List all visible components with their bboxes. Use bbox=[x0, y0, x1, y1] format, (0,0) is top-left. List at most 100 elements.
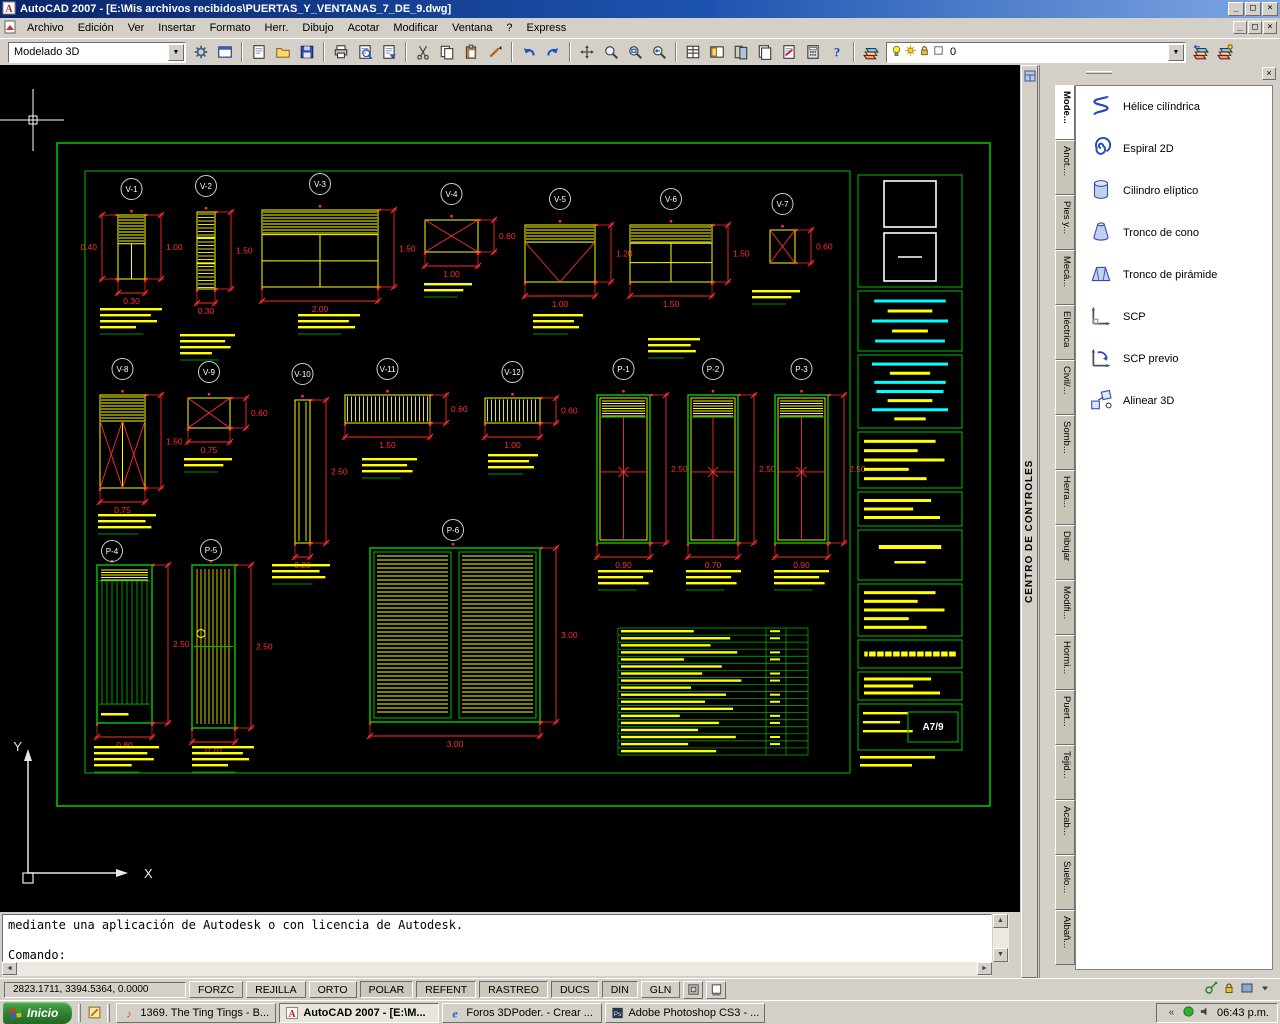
fixture-P-5[interactable]: 2.500.70P-5 bbox=[188, 539, 273, 756]
fixture-V-12[interactable]: 0.60 1.00 V-12 bbox=[481, 361, 578, 451]
drawing-canvas[interactable]: 0.40 1.00 0.30 V-1 1.50 0.30 V-2 1.50 2.00 V-3 0.6… bbox=[0, 65, 1020, 912]
command-vertical-scrollbar[interactable]: ▲ ▼ bbox=[993, 914, 1009, 962]
palette-tab-somb[interactable]: Somb... bbox=[1055, 415, 1075, 470]
tray-chevron-icon[interactable]: « bbox=[1165, 1005, 1178, 1021]
restore-button[interactable]: □ bbox=[1245, 2, 1261, 16]
zoom-previous-button[interactable] bbox=[647, 40, 671, 64]
volume-icon[interactable] bbox=[1199, 1005, 1212, 1021]
task-foros-3dpoder-crear[interactable]: e Foros 3DPoder. - Crear ... bbox=[442, 1002, 603, 1023]
fixture-P-3[interactable]: 2.50 0.90 P-3 bbox=[771, 358, 866, 571]
scroll-down-icon[interactable]: ▼ bbox=[993, 948, 1008, 962]
undo-button[interactable] bbox=[517, 40, 541, 64]
minimize-button[interactable]: _ bbox=[1228, 2, 1244, 16]
zoom-realtime-button[interactable] bbox=[599, 40, 623, 64]
paper-space-button[interactable] bbox=[706, 980, 727, 999]
plot-button[interactable] bbox=[329, 40, 353, 64]
combo-dropdown-arrow[interactable]: ▼ bbox=[1168, 43, 1184, 61]
cad-drawing[interactable]: 0.40 1.00 0.30 V-1 1.50 0.30 V-2 1.50 2.00 V-3 0.6… bbox=[0, 65, 1020, 912]
copy-button[interactable] bbox=[435, 40, 459, 64]
fixture-P-6[interactable]: 3.00 3.00 P-6 bbox=[366, 519, 578, 750]
open-file-button[interactable] bbox=[271, 40, 295, 64]
menu-archivo[interactable]: Archivo bbox=[20, 19, 71, 37]
palette-tab-puert[interactable]: Puert... bbox=[1055, 690, 1075, 745]
toggle-rastreo[interactable]: RASTREO bbox=[479, 981, 548, 998]
palette-tool-espiral-2d[interactable]: Espiral 2D bbox=[1076, 128, 1272, 170]
toggle-rejilla[interactable]: REJILLA bbox=[246, 981, 306, 998]
palette-tool-alinear-3d[interactable]: Alinear 3D bbox=[1076, 380, 1272, 422]
toggle-refent[interactable]: REFENT bbox=[416, 981, 477, 998]
command-horizontal-scrollbar[interactable]: ◄ ► bbox=[2, 962, 992, 976]
layer-previous-button[interactable] bbox=[1189, 40, 1213, 64]
messenger-icon[interactable] bbox=[1182, 1005, 1195, 1021]
toolbar-lock-icon[interactable] bbox=[1222, 981, 1236, 998]
palette-tab-mode[interactable]: Mode... bbox=[1055, 85, 1075, 140]
fixture-V-4[interactable]: 0.60 1.00 V-4 bbox=[421, 183, 516, 280]
scroll-right-icon[interactable]: ► bbox=[977, 962, 992, 975]
status-arrow-icon[interactable] bbox=[1258, 981, 1272, 998]
help-button[interactable]: ? bbox=[825, 40, 849, 64]
pan-button[interactable] bbox=[575, 40, 599, 64]
menu-insertar[interactable]: Insertar bbox=[151, 19, 202, 37]
toggle-ducs[interactable]: DUCS bbox=[550, 981, 599, 998]
palette-tab-acab[interactable]: Acab... bbox=[1055, 800, 1075, 855]
sheet-set-manager-button[interactable] bbox=[753, 40, 777, 64]
properties-button[interactable] bbox=[681, 40, 705, 64]
zoom-window-button[interactable] bbox=[623, 40, 647, 64]
fixture-P-2[interactable]: 2.50 0.70 P-2 bbox=[684, 358, 776, 571]
scroll-left-icon[interactable]: ◄ bbox=[2, 962, 17, 975]
menu-ver[interactable]: Ver bbox=[121, 19, 152, 37]
palette-tab-alba[interactable]: Albañ... bbox=[1055, 910, 1075, 965]
palette-tab-pies-y[interactable]: Pies y... bbox=[1055, 195, 1075, 250]
new-window-button[interactable] bbox=[213, 40, 237, 64]
design-center-dock-bar[interactable]: CENTRO DE CONTROLES bbox=[1021, 65, 1038, 978]
toggle-polar[interactable]: POLAR bbox=[359, 981, 414, 998]
close-button[interactable]: × bbox=[1262, 2, 1278, 16]
menu-ventana[interactable]: Ventana bbox=[445, 19, 499, 37]
mdi-close-button[interactable]: × bbox=[1263, 21, 1277, 34]
fixture-P-4[interactable]: 2.50 0.80 P-4 bbox=[93, 540, 190, 751]
quickcalc-button[interactable] bbox=[801, 40, 825, 64]
toggle-din[interactable]: DIN bbox=[601, 981, 638, 998]
palette-tool-scp[interactable]: SCP bbox=[1076, 296, 1272, 338]
palette-tool-cilindro-el-ptico[interactable]: Cilindro elíptico bbox=[1076, 170, 1272, 212]
palette-tab-anot[interactable]: Anot.... bbox=[1055, 140, 1075, 195]
fixture-V-2[interactable]: 1.50 0.30 V-2 bbox=[193, 175, 253, 317]
combo-dropdown-arrow[interactable]: ▼ bbox=[168, 43, 184, 61]
palette-tab-suelo[interactable]: Suelo... bbox=[1055, 855, 1075, 910]
layer-combo[interactable]: 0 ▼ bbox=[886, 41, 1186, 63]
palette-tab-modifi[interactable]: Modifi... bbox=[1055, 580, 1075, 635]
clean-screen-icon[interactable] bbox=[1240, 981, 1254, 998]
fixture-V-9[interactable]: 0.60 0.75 V-9 bbox=[184, 361, 268, 456]
fixture-V-8[interactable]: 1.50 0.75 V-8 bbox=[96, 358, 183, 516]
cut-button[interactable] bbox=[411, 40, 435, 64]
designcenter-button[interactable] bbox=[705, 40, 729, 64]
fixture-V-3[interactable]: 1.50 2.00 V-3 bbox=[258, 173, 416, 315]
save-file-button[interactable] bbox=[295, 40, 319, 64]
fixture-V-5[interactable]: 1.201.00V-5 bbox=[521, 188, 633, 310]
layer-states-button[interactable] bbox=[1213, 40, 1237, 64]
menu-modificar[interactable]: Modificar bbox=[386, 19, 445, 37]
task-adobe-photoshop-cs3[interactable]: Ps Adobe Photoshop CS3 - ... bbox=[605, 1002, 766, 1023]
menu-acotar[interactable]: Acotar bbox=[341, 19, 387, 37]
menu-formato[interactable]: Formato bbox=[203, 19, 258, 37]
redo-button[interactable] bbox=[541, 40, 565, 64]
markup-button[interactable] bbox=[777, 40, 801, 64]
toggle-gln[interactable]: GLN bbox=[640, 981, 681, 998]
fixture-V-6[interactable]: 1.50 1.50 V-6 bbox=[626, 188, 750, 310]
toggle-forzc[interactable]: FORZC bbox=[189, 981, 244, 998]
menu-edici-n[interactable]: Edición bbox=[71, 19, 121, 37]
task-1369-the-ting-tings-b[interactable]: ♪ 1369. The Ting Tings - B... bbox=[116, 1002, 277, 1023]
menu-dibujo[interactable]: Dibujo bbox=[295, 19, 340, 37]
fixture-V-7[interactable]: 0.60 V-7 bbox=[769, 193, 833, 267]
palette-tab-dibujar[interactable]: Dibujar bbox=[1055, 525, 1075, 580]
palette-tab-civil[interactable]: Civil/... bbox=[1055, 360, 1075, 415]
scroll-up-icon[interactable]: ▲ bbox=[993, 914, 1008, 928]
match-properties-button[interactable] bbox=[483, 40, 507, 64]
fixture-V-1[interactable]: 0.40 1.00 0.30 V-1 bbox=[80, 178, 183, 307]
publish-button[interactable] bbox=[377, 40, 401, 64]
toggle-orto[interactable]: ORTO bbox=[308, 981, 357, 998]
task-autocad-2007-e-m[interactable]: A AutoCAD 2007 - [E:\M... bbox=[279, 1002, 440, 1023]
menu-help[interactable]: ? bbox=[499, 19, 519, 37]
fixture-P-1[interactable]: 2.50 0.90 P-1 bbox=[593, 358, 688, 571]
tool-palettes-button[interactable] bbox=[729, 40, 753, 64]
